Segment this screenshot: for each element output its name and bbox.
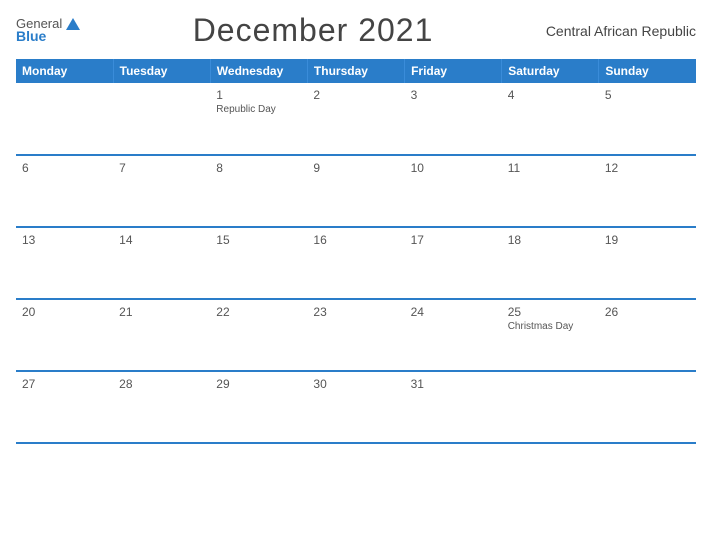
country-name: Central African Republic <box>546 23 696 39</box>
day-number: 15 <box>216 233 301 247</box>
calendar-week-row: 13 14 15 16 17 18 19 <box>16 227 696 299</box>
day-number: 22 <box>216 305 301 319</box>
calendar-cell: 12 <box>599 155 696 227</box>
calendar-cell: 23 <box>307 299 404 371</box>
day-number: 19 <box>605 233 690 247</box>
day-number: 28 <box>119 377 204 391</box>
col-tuesday: Tuesday <box>113 59 210 83</box>
calendar-cell: 3 <box>405 83 502 155</box>
day-number: 16 <box>313 233 398 247</box>
calendar-cell: 30 <box>307 371 404 443</box>
calendar-cell: 18 <box>502 227 599 299</box>
day-number: 29 <box>216 377 301 391</box>
calendar-cell: 7 <box>113 155 210 227</box>
day-number: 30 <box>313 377 398 391</box>
calendar-week-row: 27 28 29 30 31 <box>16 371 696 443</box>
calendar-cell: 9 <box>307 155 404 227</box>
day-number: 2 <box>313 88 398 102</box>
col-saturday: Saturday <box>502 59 599 83</box>
day-number: 11 <box>508 161 593 175</box>
day-number: 12 <box>605 161 690 175</box>
day-number: 5 <box>605 88 690 102</box>
col-wednesday: Wednesday <box>210 59 307 83</box>
calendar-cell: 21 <box>113 299 210 371</box>
calendar-cell: 27 <box>16 371 113 443</box>
calendar-cell: 25 Christmas Day <box>502 299 599 371</box>
calendar-cell: 31 <box>405 371 502 443</box>
calendar-cell: 13 <box>16 227 113 299</box>
day-number: 27 <box>22 377 107 391</box>
calendar-week-row: 6789 10 11 12 <box>16 155 696 227</box>
day-number: 14 <box>119 233 204 247</box>
calendar-header: General Blue December 2021 Central Afric… <box>16 12 696 49</box>
calendar-cell <box>16 83 113 155</box>
calendar-week-row: 1 Republic Day 2345 <box>16 83 696 155</box>
calendar-cell: 2 <box>307 83 404 155</box>
day-number: 23 <box>313 305 398 319</box>
day-number: 8 <box>216 161 301 175</box>
calendar-cell: 24 <box>405 299 502 371</box>
day-number: 3 <box>411 88 496 102</box>
calendar-cell: 8 <box>210 155 307 227</box>
calendar-header-row: Monday Tuesday Wednesday Thursday Friday… <box>16 59 696 83</box>
day-number: 17 <box>411 233 496 247</box>
day-number: 6 <box>22 161 107 175</box>
calendar-cell: 10 <box>405 155 502 227</box>
calendar-cell: 17 <box>405 227 502 299</box>
month-title: December 2021 <box>193 12 434 49</box>
day-number: 7 <box>119 161 204 175</box>
calendar-cell: 1 Republic Day <box>210 83 307 155</box>
calendar-cell: 5 <box>599 83 696 155</box>
calendar-cell <box>599 371 696 443</box>
calendar-week-row: 20 21 22 23 24 25 Christmas Day 26 <box>16 299 696 371</box>
calendar-cell: 20 <box>16 299 113 371</box>
col-friday: Friday <box>405 59 502 83</box>
day-number: 20 <box>22 305 107 319</box>
calendar-cell: 6 <box>16 155 113 227</box>
calendar-cell: 29 <box>210 371 307 443</box>
day-number: 10 <box>411 161 496 175</box>
calendar-cell: 26 <box>599 299 696 371</box>
calendar-cell: 14 <box>113 227 210 299</box>
day-number: 9 <box>313 161 398 175</box>
day-number: 24 <box>411 305 496 319</box>
day-number: 4 <box>508 88 593 102</box>
calendar-container: General Blue December 2021 Central Afric… <box>0 0 712 550</box>
day-number: 18 <box>508 233 593 247</box>
calendar-cell: 11 <box>502 155 599 227</box>
day-number: 13 <box>22 233 107 247</box>
calendar-cell <box>113 83 210 155</box>
day-number: 26 <box>605 305 690 319</box>
calendar-cell: 28 <box>113 371 210 443</box>
calendar-table: Monday Tuesday Wednesday Thursday Friday… <box>16 59 696 444</box>
logo-triangle-icon <box>66 18 80 30</box>
logo: General Blue <box>16 17 80 45</box>
day-number: 31 <box>411 377 496 391</box>
holiday-label: Christmas Day <box>508 321 593 332</box>
calendar-cell: 15 <box>210 227 307 299</box>
holiday-label: Republic Day <box>216 104 301 115</box>
calendar-cell <box>502 371 599 443</box>
col-thursday: Thursday <box>307 59 404 83</box>
col-sunday: Sunday <box>599 59 696 83</box>
calendar-cell: 16 <box>307 227 404 299</box>
day-number: 25 <box>508 305 593 319</box>
calendar-cell: 19 <box>599 227 696 299</box>
calendar-cell: 22 <box>210 299 307 371</box>
day-number: 21 <box>119 305 204 319</box>
col-monday: Monday <box>16 59 113 83</box>
day-number: 1 <box>216 88 301 102</box>
logo-blue-text: Blue <box>16 29 46 44</box>
calendar-cell: 4 <box>502 83 599 155</box>
